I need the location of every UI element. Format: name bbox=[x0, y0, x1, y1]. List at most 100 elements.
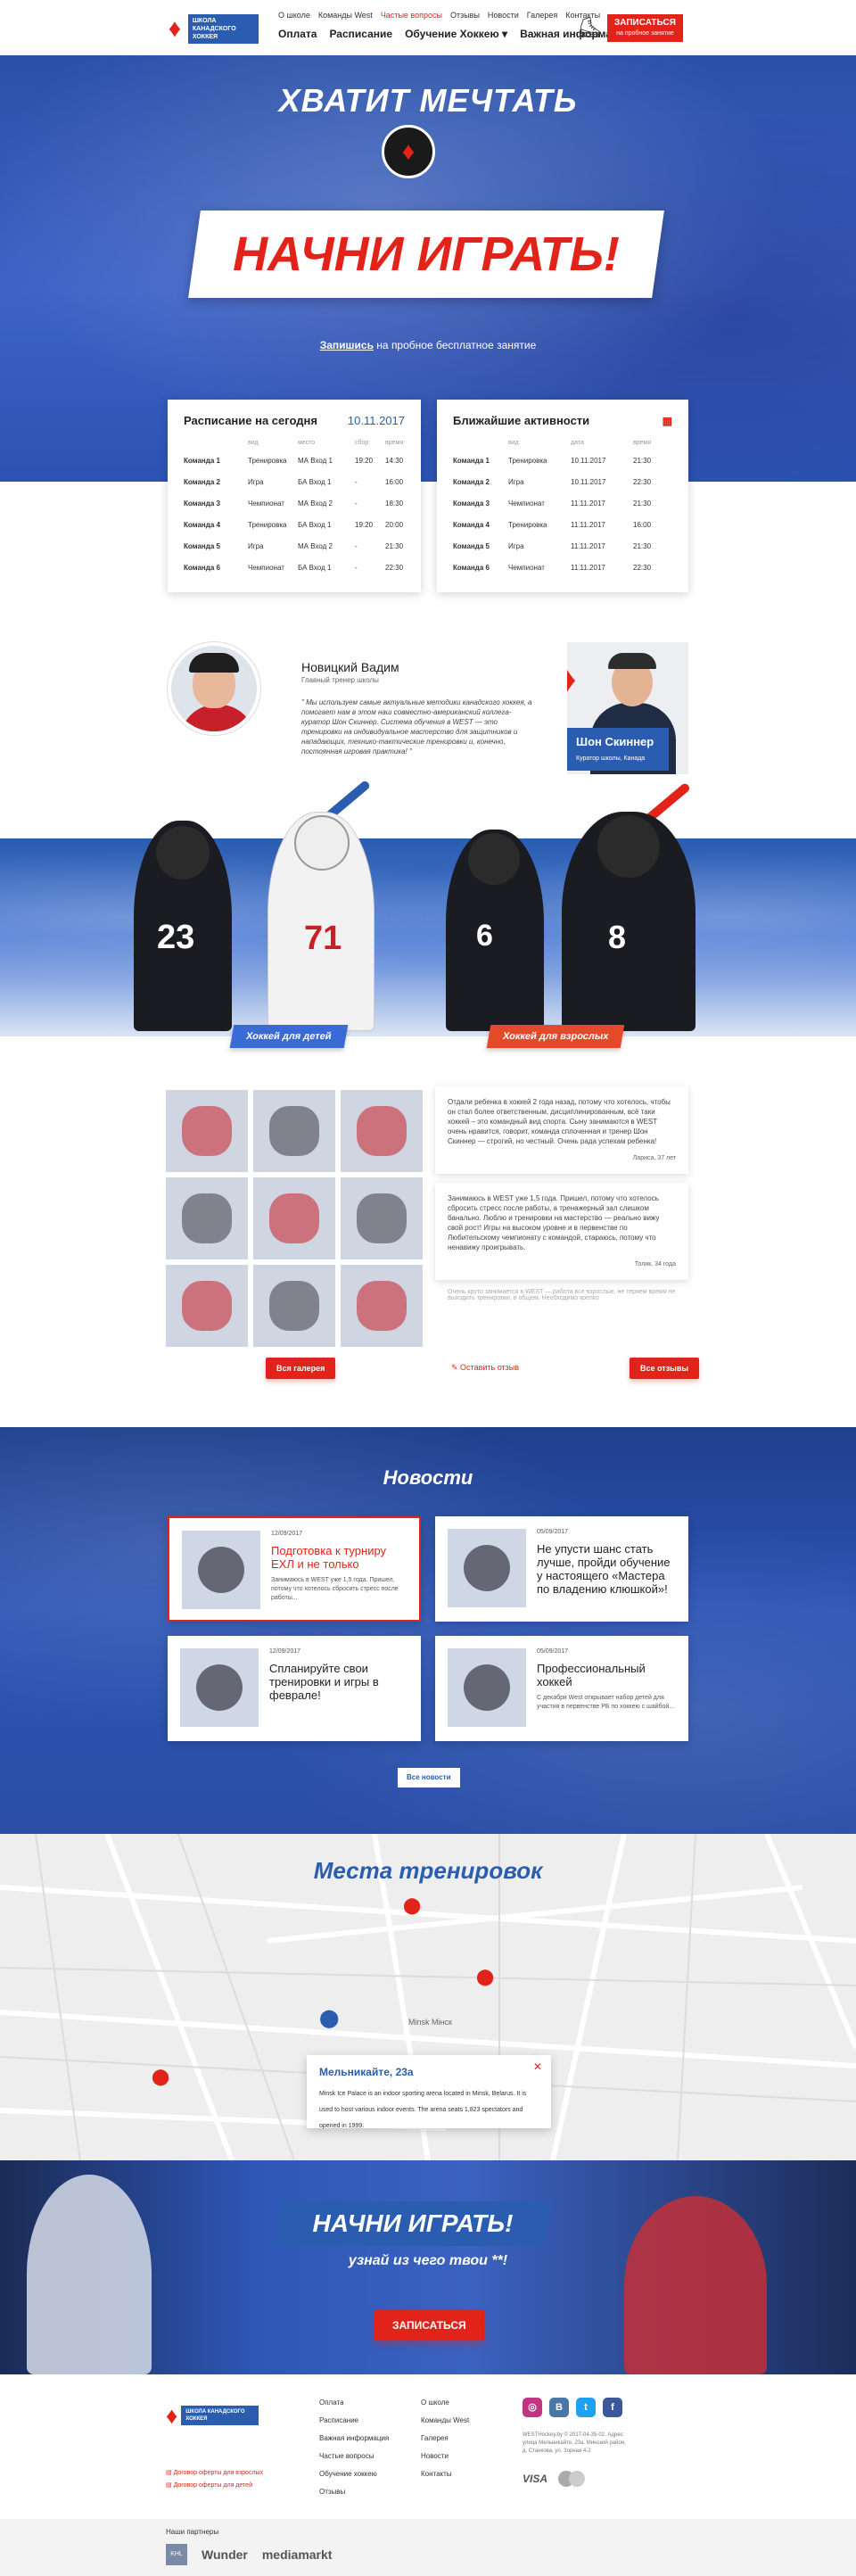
schedule-row: Команда 6 Чемпионат БА Вход 1-22:30 bbox=[184, 563, 404, 572]
gallery-photo[interactable] bbox=[166, 1177, 248, 1259]
footer-link[interactable]: Расписание bbox=[319, 2412, 389, 2430]
footer-logo-text: ШКОЛА КАНАДСКОГО ХОККЕЯ bbox=[181, 2406, 259, 2425]
partner-logo-khl[interactable]: KHL bbox=[166, 2544, 187, 2565]
schedule-card: Расписание на сегодня 10.11.2017 вид место… bbox=[168, 400, 421, 592]
gallery-photo[interactable] bbox=[253, 1177, 335, 1259]
all-news-button[interactable]: Все новости bbox=[398, 1768, 460, 1788]
news-headline[interactable]: Подготовка к турниру ЕХЛ и не только bbox=[271, 1544, 407, 1571]
kids-hockey-button[interactable]: Хоккей для детей bbox=[229, 1025, 348, 1048]
news-headline[interactable]: Не упусти шанс стать лучше, пройди обуче… bbox=[537, 1542, 676, 1596]
facebook-icon[interactable]: f bbox=[603, 2398, 622, 2417]
footer-link[interactable]: Важная информация bbox=[319, 2430, 389, 2448]
nav-gallery[interactable]: Галерея bbox=[527, 11, 558, 20]
offer-kids-link[interactable]: ▤ Договор оферты для детей bbox=[166, 2480, 263, 2492]
footer-link[interactable]: Контакты bbox=[421, 2465, 469, 2483]
map-pin-icon[interactable]: ⬤ bbox=[476, 1968, 494, 1986]
nav-training-dropdown[interactable]: Обучение Хоккею ▾ bbox=[405, 28, 507, 40]
footer-link[interactable]: Оплата bbox=[319, 2394, 389, 2412]
all-gallery-button[interactable]: Вся галерея bbox=[266, 1358, 336, 1379]
nav-reviews[interactable]: Отзывы bbox=[450, 11, 480, 20]
hero-link-text[interactable]: Запишись bbox=[320, 339, 374, 351]
nav-faq[interactable]: Частые вопросы bbox=[381, 11, 442, 20]
leave-review-label: Оставить отзыв bbox=[460, 1363, 519, 1372]
news-image bbox=[180, 1648, 259, 1727]
partner-logos: KHL Wunder mediamarkt bbox=[166, 2544, 332, 2565]
footer-link[interactable]: Отзывы bbox=[319, 2483, 389, 2501]
gallery-photo[interactable] bbox=[341, 1090, 423, 1172]
map-pin-icon[interactable]: ⬤ bbox=[403, 1896, 421, 1915]
header-signup[interactable]: ⛸ ЗАПИСАТЬСЯ на пробное занятие bbox=[575, 12, 689, 43]
twitter-icon[interactable]: t bbox=[576, 2398, 596, 2417]
gallery-photo[interactable] bbox=[253, 1090, 335, 1172]
news-card[interactable]: 05/09/2017 Профессиональный хоккей С декаб… bbox=[435, 1636, 688, 1741]
footer-link[interactable]: Команды West bbox=[421, 2412, 469, 2430]
gallery-photo[interactable] bbox=[166, 1265, 248, 1347]
news-image bbox=[448, 1529, 526, 1607]
footer-logo[interactable]: ♦ ШКОЛА КАНАДСКОГО ХОККЕЯ bbox=[166, 2398, 259, 2433]
footer-col-1: Оплата Расписание Важная информация Част… bbox=[319, 2394, 389, 2501]
header-signup-button[interactable]: ЗАПИСАТЬСЯ на пробное занятие bbox=[607, 13, 683, 42]
nav-schedule[interactable]: Расписание bbox=[329, 28, 392, 40]
gallery-photo[interactable] bbox=[166, 1090, 248, 1172]
pencil-icon: ✎ bbox=[451, 1363, 461, 1372]
maple-leaf-icon: ♦ bbox=[166, 2401, 178, 2429]
signup-title: ЗАПИСАТЬСЯ bbox=[614, 17, 676, 28]
adults-hockey-button[interactable]: Хоккей для взрослых bbox=[486, 1025, 625, 1048]
col-place: место bbox=[298, 440, 316, 446]
col-time: время bbox=[385, 440, 404, 446]
gallery-photo[interactable] bbox=[253, 1265, 335, 1347]
news-headline[interactable]: Профессиональный хоккей bbox=[537, 1662, 676, 1688]
news-card[interactable]: 12/09/2017 Спланируйте свои тренировки и … bbox=[168, 1636, 421, 1741]
map-pin-icon[interactable]: ⬤ bbox=[152, 2068, 169, 2086]
nav-teams[interactable]: Команды West bbox=[318, 11, 373, 20]
close-icon[interactable]: ✕ bbox=[533, 2061, 542, 2072]
goalie-photo bbox=[624, 2196, 767, 2374]
footer-link[interactable]: Частые вопросы bbox=[319, 2448, 389, 2465]
nav-about[interactable]: О школе bbox=[278, 11, 310, 20]
news-card[interactable]: 12/09/2017 Подготовка к турниру ЕХЛ и не … bbox=[168, 1516, 421, 1622]
map-pin-selected-icon[interactable]: ⬤ bbox=[319, 2007, 339, 2029]
footer-link[interactable]: Новости bbox=[421, 2448, 469, 2465]
hero-headline: ХВАТИТ МЕЧТАТЬ bbox=[278, 82, 578, 119]
cta-signup-button[interactable]: ЗАПИСАТЬСЯ bbox=[374, 2310, 484, 2341]
schedule-row: Команда 5 Игра МА Вход 2-21:30 bbox=[184, 541, 404, 550]
curator-name: Шон Скиннер bbox=[576, 735, 654, 748]
partners-bar bbox=[0, 2519, 856, 2576]
all-reviews-button[interactable]: Все отзывы bbox=[630, 1358, 700, 1379]
nav-payment[interactable]: Оплата bbox=[278, 28, 317, 40]
footer-link[interactable]: О школе bbox=[421, 2394, 469, 2412]
news-card[interactable]: 05/09/2017 Не упусти шанс стать лучше, пр… bbox=[435, 1516, 688, 1622]
schedule-date[interactable]: 10.11.2017 bbox=[348, 414, 405, 427]
nav-news[interactable]: Новости bbox=[488, 11, 519, 20]
activity-row: Команда 3 Чемпионат 11.11.2017 21:30 bbox=[453, 499, 652, 508]
maple-leaf-icon: ♦ bbox=[168, 14, 182, 42]
document-icon: ▤ bbox=[166, 2470, 174, 2476]
footer-link[interactable]: Обучение хоккею bbox=[319, 2465, 389, 2483]
activity-row: Команда 2 Игра 10.11.2017 22:30 bbox=[453, 477, 652, 486]
gallery-photo[interactable] bbox=[341, 1177, 423, 1259]
leave-review-link[interactable]: ✎ Оставить отзыв bbox=[451, 1363, 519, 1373]
offer-adults-link[interactable]: ▤ Договор оферты для взрослых bbox=[166, 2467, 263, 2480]
vk-icon[interactable]: В bbox=[549, 2398, 569, 2417]
news-date: 12/09/2017 bbox=[271, 1531, 303, 1537]
activities-header: Ближайшие активности ▦ bbox=[453, 414, 672, 427]
signup-sub: на пробное занятие bbox=[616, 29, 674, 37]
news-headline[interactable]: Спланируйте свои тренировки и игры в фев… bbox=[269, 1662, 408, 1702]
partner-logo-mediamarkt[interactable]: mediamarkt bbox=[262, 2547, 333, 2562]
instagram-icon[interactable]: ◎ bbox=[523, 2398, 542, 2417]
hero-trial-link[interactable]: Запишись на пробное бесплатное занятие bbox=[0, 339, 856, 351]
map-city-label: Minsk Мінск bbox=[408, 2018, 452, 2027]
calendar-icon[interactable]: ▦ bbox=[663, 415, 672, 427]
map-place-card: ✕ Мельникайте, 23а Minsk Ice Palace is a… bbox=[307, 2055, 551, 2129]
news-date: 12/09/2017 bbox=[269, 1648, 301, 1655]
gallery-photo[interactable] bbox=[341, 1265, 423, 1347]
partner-logo-wunder[interactable]: Wunder bbox=[202, 2547, 248, 2562]
maple-leaf-icon: ♦ bbox=[567, 660, 577, 699]
news-image bbox=[182, 1531, 260, 1609]
news-excerpt: Занимаюсь в WEST уже 1,5 года. Пришел, п… bbox=[271, 1577, 399, 1601]
curator-role: Куратор школы, Канада bbox=[576, 755, 646, 762]
footer-link[interactable]: Галерея bbox=[421, 2430, 469, 2448]
visa-logo: VISA bbox=[523, 2473, 548, 2485]
review-card: Занимаюсь в WEST уже 1,5 года. Пришел, п… bbox=[435, 1183, 688, 1280]
site-logo[interactable]: ♦ ШКОЛА КАНАДСКОГО ХОККЕЯ bbox=[165, 11, 259, 46]
